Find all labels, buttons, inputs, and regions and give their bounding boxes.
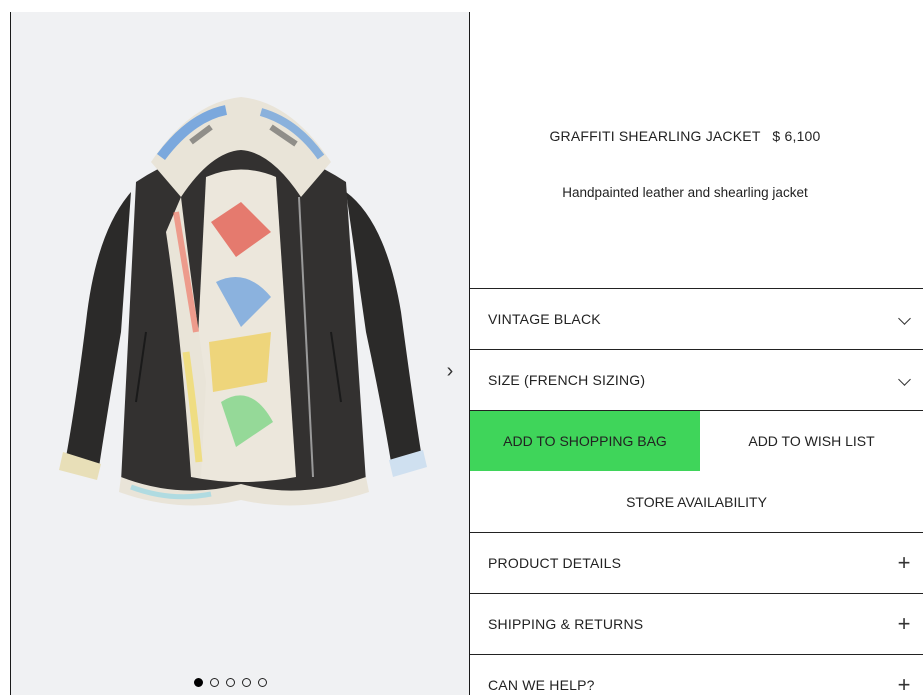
color-select[interactable]: VINTAGE BLACK xyxy=(470,288,923,348)
gallery-dot-2[interactable] xyxy=(210,678,219,687)
product-price: $ 6,100 xyxy=(772,128,821,144)
action-buttons: ADD TO SHOPPING BAG ADD TO WISH LIST xyxy=(470,410,923,471)
accordion-label: SHIPPING & RETURNS xyxy=(488,615,644,632)
accordion-label: CAN WE HELP? xyxy=(488,676,595,693)
product-page: › GRAFFITI SHEARLING JACKET $ 6,100 Hand… xyxy=(0,0,923,695)
gallery-dots xyxy=(194,678,267,687)
chevron-down-icon xyxy=(889,310,919,327)
add-to-bag-button[interactable]: ADD TO SHOPPING BAG xyxy=(470,411,700,471)
accordion-product-details[interactable]: PRODUCT DETAILS + xyxy=(470,532,923,592)
product-name: GRAFFITI SHEARLING JACKET xyxy=(549,128,761,144)
product-title-line: GRAFFITI SHEARLING JACKET $ 6,100 xyxy=(470,128,900,144)
size-select[interactable]: SIZE (FRENCH SIZING) xyxy=(470,349,923,409)
store-availability-button[interactable]: STORE AVAILABILITY xyxy=(470,471,923,532)
gallery-dot-3[interactable] xyxy=(226,678,235,687)
product-image xyxy=(59,97,427,506)
product-gallery[interactable]: › xyxy=(11,12,469,695)
gallery-dot-1[interactable] xyxy=(194,678,203,687)
accordion-can-we-help[interactable]: CAN WE HELP? + xyxy=(470,654,923,695)
product-info-panel: GRAFFITI SHEARLING JACKET $ 6,100 Handpa… xyxy=(470,0,923,695)
plus-icon: + xyxy=(897,671,911,695)
gallery-dot-5[interactable] xyxy=(258,678,267,687)
accordion-label: PRODUCT DETAILS xyxy=(488,554,622,571)
size-select-label: SIZE (FRENCH SIZING) xyxy=(488,371,646,388)
plus-icon: + xyxy=(897,610,911,636)
gallery-dot-4[interactable] xyxy=(242,678,251,687)
accordion-shipping-returns[interactable]: SHIPPING & RETURNS + xyxy=(470,593,923,653)
next-image-arrow[interactable]: › xyxy=(439,356,461,386)
plus-icon: + xyxy=(897,549,911,575)
color-select-label: VINTAGE BLACK xyxy=(488,310,601,327)
product-description: Handpainted leather and shearling jacket xyxy=(562,185,808,200)
add-to-wishlist-button[interactable]: ADD TO WISH LIST xyxy=(700,411,923,471)
chevron-down-icon xyxy=(889,371,919,388)
